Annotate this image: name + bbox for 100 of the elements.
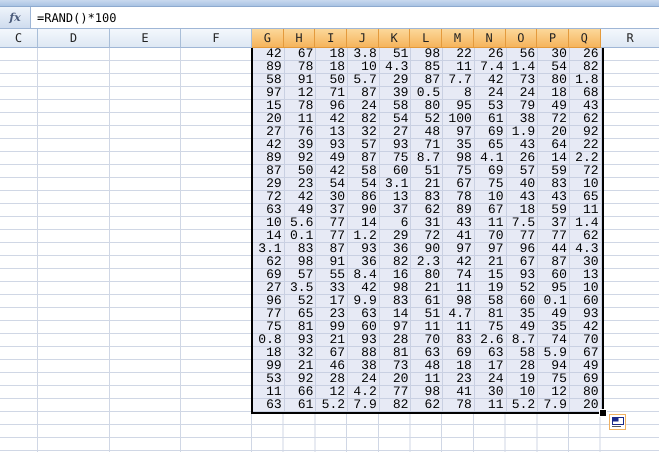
- table-cell: 92: [284, 152, 316, 165]
- table-cell: 18: [443, 360, 475, 373]
- table-cell: 58: [506, 347, 538, 360]
- table-cell: 80: [411, 100, 444, 113]
- column-header[interactable]: E: [110, 29, 181, 48]
- table-cell: 57: [284, 269, 316, 282]
- table-cell: 98: [411, 48, 444, 61]
- table-cell: 10: [474, 191, 506, 204]
- table-cell: 72: [570, 165, 602, 178]
- table-cell: 51: [380, 48, 412, 61]
- column-header[interactable]: L: [410, 29, 442, 48]
- table-cell: 22: [570, 139, 602, 152]
- table-cell: 7.4: [474, 61, 506, 74]
- table-cell: 13: [380, 191, 412, 204]
- table-cell: 63: [253, 204, 285, 217]
- table-cell: 2.2: [570, 152, 602, 165]
- column-header[interactable]: G: [252, 29, 284, 48]
- table-cell: 79: [506, 100, 538, 113]
- table-cell: 67: [284, 48, 316, 61]
- table-cell: 27: [380, 126, 412, 139]
- table-cell: 75: [474, 321, 506, 334]
- table-cell: 77: [380, 386, 412, 399]
- table-cell: 53: [253, 373, 285, 386]
- table-cell: 97: [380, 321, 412, 334]
- table-cell: 99: [316, 321, 348, 334]
- table-cell: 42: [348, 282, 380, 295]
- table-cell: 93: [348, 334, 380, 347]
- column-header[interactable]: P: [537, 29, 569, 48]
- table-cell: 21: [474, 256, 506, 269]
- table-cell: 95: [538, 282, 570, 295]
- table-cell: 5.6: [284, 217, 316, 230]
- table-cell: 85: [411, 61, 444, 74]
- column-header[interactable]: I: [315, 29, 348, 48]
- table-cell: 54: [316, 178, 348, 191]
- table-cell: 96: [253, 295, 285, 308]
- table-cell: 27: [253, 126, 285, 139]
- table-cell: 63: [348, 308, 380, 321]
- table-cell: 100: [443, 113, 475, 126]
- column-header[interactable]: J: [347, 29, 379, 48]
- table-cell: 4.3: [380, 61, 412, 74]
- column-header[interactable]: D: [38, 29, 110, 48]
- table-cell: 42: [443, 256, 475, 269]
- table-cell: 59: [538, 165, 570, 178]
- column-header[interactable]: H: [284, 29, 316, 48]
- auto-fill-options-button[interactable]: [609, 414, 626, 430]
- table-cell: 95: [443, 100, 475, 113]
- table-cell: 80: [411, 269, 444, 282]
- table-cell: 72: [253, 191, 285, 204]
- table-cell: 97: [443, 243, 475, 256]
- table-cell: 10: [348, 61, 380, 74]
- table-cell: 71: [411, 139, 444, 152]
- table-cell: 16: [380, 269, 412, 282]
- table-cell: 69: [474, 165, 506, 178]
- column-header[interactable]: F: [181, 29, 252, 48]
- column-header[interactable]: O: [506, 29, 538, 48]
- table-cell: 1.4: [506, 61, 538, 74]
- table-cell: 23: [443, 373, 475, 386]
- table-cell: 42: [253, 48, 285, 61]
- table-cell: 73: [380, 360, 412, 373]
- insert-function-button[interactable]: fx: [0, 7, 31, 28]
- column-header[interactable]: Q: [568, 29, 601, 48]
- table-cell: 97: [443, 126, 475, 139]
- table-cell: 26: [570, 48, 602, 61]
- table-cell: 12: [316, 386, 348, 399]
- table-cell: 27: [253, 282, 285, 295]
- table-cell: 65: [474, 139, 506, 152]
- table-cell: 49: [538, 100, 570, 113]
- table-cell: 49: [570, 360, 602, 373]
- table-cell: 49: [284, 204, 316, 217]
- table-cell: 26: [474, 48, 506, 61]
- column-header[interactable]: C: [0, 29, 38, 48]
- table-cell: 12: [538, 386, 570, 399]
- column-header[interactable]: N: [474, 29, 506, 48]
- table-cell: 6: [380, 217, 412, 230]
- table-cell: 21: [284, 360, 316, 373]
- table-cell: 90: [411, 243, 444, 256]
- table-cell: 67: [570, 347, 602, 360]
- table-cell: 35: [443, 139, 475, 152]
- table-cell: 69: [253, 269, 285, 282]
- table-cell: 92: [570, 126, 602, 139]
- table-cell: 65: [570, 191, 602, 204]
- table-cell: 87: [348, 152, 380, 165]
- column-header[interactable]: K: [378, 29, 410, 48]
- table-cell: 8.4: [348, 269, 380, 282]
- fill-handle[interactable]: [598, 409, 607, 417]
- table-cell: 32: [284, 347, 316, 360]
- table-cell: 83: [284, 243, 316, 256]
- column-header[interactable]: R: [600, 29, 659, 48]
- table-cell: 10: [253, 217, 285, 230]
- table-cell: 7.9: [538, 399, 570, 412]
- table-cell: 42: [570, 321, 602, 334]
- column-header[interactable]: M: [442, 29, 474, 48]
- table-cell: 58: [348, 165, 380, 178]
- table-cell: 8.7: [411, 152, 444, 165]
- table-cell: 11: [443, 321, 475, 334]
- table-cell: 38: [506, 113, 538, 126]
- table-cell: 90: [348, 204, 380, 217]
- table-cell: 0.1: [538, 295, 570, 308]
- table-cell: 93: [506, 269, 538, 282]
- table-cell: 60: [348, 321, 380, 334]
